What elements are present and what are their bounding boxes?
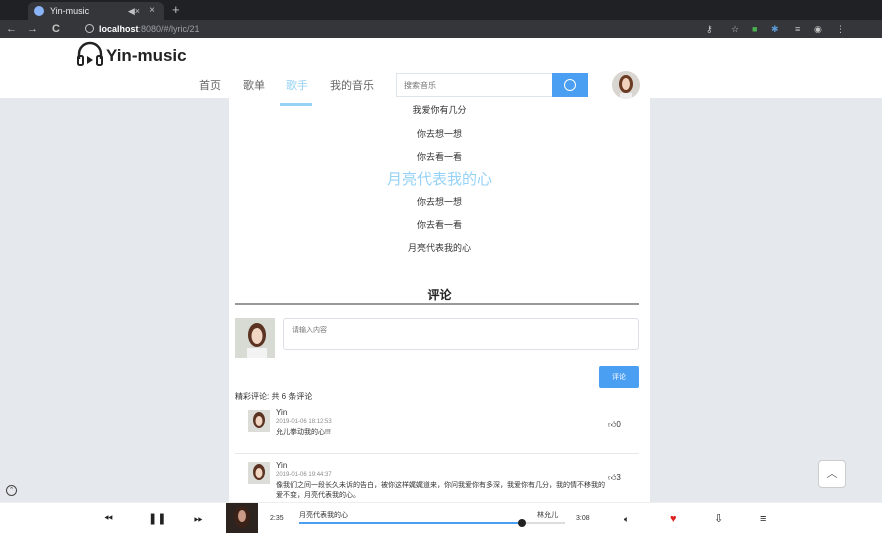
menu-icon[interactable]: ⋮ <box>836 22 845 36</box>
left-panel <box>0 98 229 502</box>
playlist-icon[interactable]: ≡ <box>795 22 800 36</box>
new-tab-button[interactable]: + <box>172 1 180 19</box>
right-panel <box>650 98 882 502</box>
progress-bar[interactable] <box>299 519 565 527</box>
lyric-line: 月亮代表我的心 <box>407 243 471 253</box>
nav-singer[interactable]: 歌手 <box>286 78 308 94</box>
download-icon[interactable]: ⇩ <box>714 511 723 527</box>
nav-home[interactable]: 首页 <box>199 78 221 94</box>
commenter-avatar <box>248 410 270 432</box>
comment-user: Yin <box>276 408 288 417</box>
forward-icon[interactable]: → <box>27 21 38 37</box>
comment-time: 2019-01-06 19:44:37 <box>276 472 332 478</box>
duration: 3:08 <box>576 515 590 522</box>
logo-text[interactable]: Yin-music <box>106 46 187 66</box>
nav-my-music[interactable]: 我的音乐 <box>330 78 374 94</box>
pause-icon[interactable]: ❚❚ <box>148 511 166 527</box>
browser-tab[interactable]: Yin-music ◀× × <box>28 2 164 20</box>
current-time: 2:35 <box>270 515 284 522</box>
lyric-current-line: 月亮代表我的心 <box>386 171 492 188</box>
collapse-player-icon[interactable]: ⌃ <box>6 485 17 496</box>
key-icon[interactable]: ⚷ <box>706 22 713 36</box>
profile-icon[interactable]: ◉ <box>814 22 822 36</box>
comment-input[interactable] <box>283 318 639 350</box>
song-title: 月亮代表我的心 <box>299 512 348 519</box>
nav-playlist[interactable]: 歌单 <box>243 78 265 94</box>
like-count: 0 <box>616 420 621 429</box>
comment-time: 2019-01-06 18:12:53 <box>276 419 332 425</box>
tab-title: Yin-music <box>50 6 90 16</box>
comment-like-button[interactable]: 👍︎3 <box>608 473 621 483</box>
puzzle-icon[interactable]: ✱ <box>771 22 779 36</box>
reload-icon[interactable]: C <box>52 21 60 37</box>
comment-count: 精彩评论: 共 6 条评论 <box>235 392 313 401</box>
next-icon[interactable]: ⏩︎ <box>194 511 203 527</box>
progress-fill <box>299 522 523 524</box>
previous-icon[interactable]: ⏪︎ <box>104 511 113 527</box>
heart-icon[interactable]: ♥ <box>670 511 677 527</box>
lyric-line: 你去看一看 <box>416 220 462 230</box>
artist-name: 林允儿 <box>537 512 558 519</box>
scroll-top-button[interactable]: ︿ <box>818 460 846 488</box>
lyric-line: 你去想一想 <box>416 197 462 207</box>
comment-like-button[interactable]: 👍︎0 <box>608 420 621 430</box>
url-path: :8080/#/lyric/21 <box>138 24 200 34</box>
back-icon[interactable]: ← <box>6 21 17 37</box>
player-bar <box>0 502 882 548</box>
tab-close-icon[interactable]: × <box>149 2 155 20</box>
album-cover[interactable] <box>226 503 258 533</box>
browser-tabstrip: Yin-music ◀× × + <box>0 0 882 20</box>
playlist-menu-icon[interactable]: ≡ <box>760 511 766 527</box>
lyric-line: 你去看一看 <box>416 152 462 162</box>
lyric-line: 我爱你有几分 <box>412 105 467 115</box>
star-icon[interactable]: ☆ <box>731 22 739 36</box>
comments-divider <box>235 303 639 305</box>
tab-audio-icon[interactable]: ◀× <box>128 2 140 20</box>
comment-text: 允儿拳动我的心!!! <box>276 429 331 436</box>
volume-icon[interactable]: 🔈︎ <box>624 511 629 527</box>
comment-text: 像我们之间一段长久未诉的告白，被你这样娓娓道来，你问我爱你有多深，我爱你有几分，… <box>276 482 605 499</box>
favicon-icon <box>34 6 44 16</box>
browser-toolbar: ← → C localhost:8080/#/lyric/21 ⚷ ☆ ■ ✱ … <box>0 20 882 38</box>
like-count: 3 <box>616 473 621 482</box>
user-avatar[interactable] <box>612 71 640 99</box>
extension-icon[interactable]: ■ <box>752 22 757 36</box>
comment-user: Yin <box>276 461 288 470</box>
search-button[interactable] <box>552 73 588 97</box>
headphones-logo-icon[interactable] <box>76 41 104 67</box>
comment-divider <box>235 453 639 454</box>
site-info-icon[interactable] <box>85 24 94 33</box>
lyric-line: 你去想一想 <box>416 129 462 139</box>
comments-title: 评论 <box>427 288 452 302</box>
search-icon <box>564 79 576 91</box>
composer-avatar <box>235 318 275 358</box>
commenter-avatar <box>248 462 270 484</box>
search-input[interactable] <box>397 74 547 96</box>
submit-comment-button[interactable]: 评论 <box>599 366 639 388</box>
url-host: localhost <box>99 24 139 34</box>
